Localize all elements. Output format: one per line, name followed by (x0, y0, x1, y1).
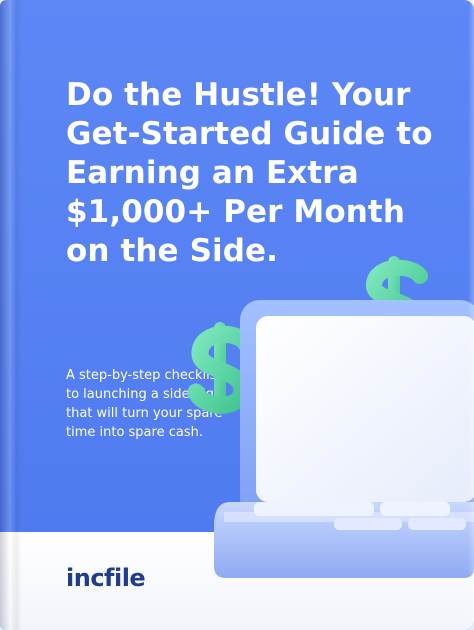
book-edge (468, 0, 474, 630)
laptop-icon (214, 300, 474, 578)
book-spine (0, 0, 22, 630)
dollar-icon (187, 322, 255, 414)
cover-title: Do the Hustle! Your Get-Started Guide to… (66, 77, 433, 269)
laptop-illustration (187, 256, 474, 578)
book-cover: Do the Hustle! Your Get-Started Guide to… (0, 0, 474, 630)
incfile-logo: incfile (66, 564, 146, 592)
ebook-cover-page: Do the Hustle! Your Get-Started Guide to… (0, 0, 474, 630)
